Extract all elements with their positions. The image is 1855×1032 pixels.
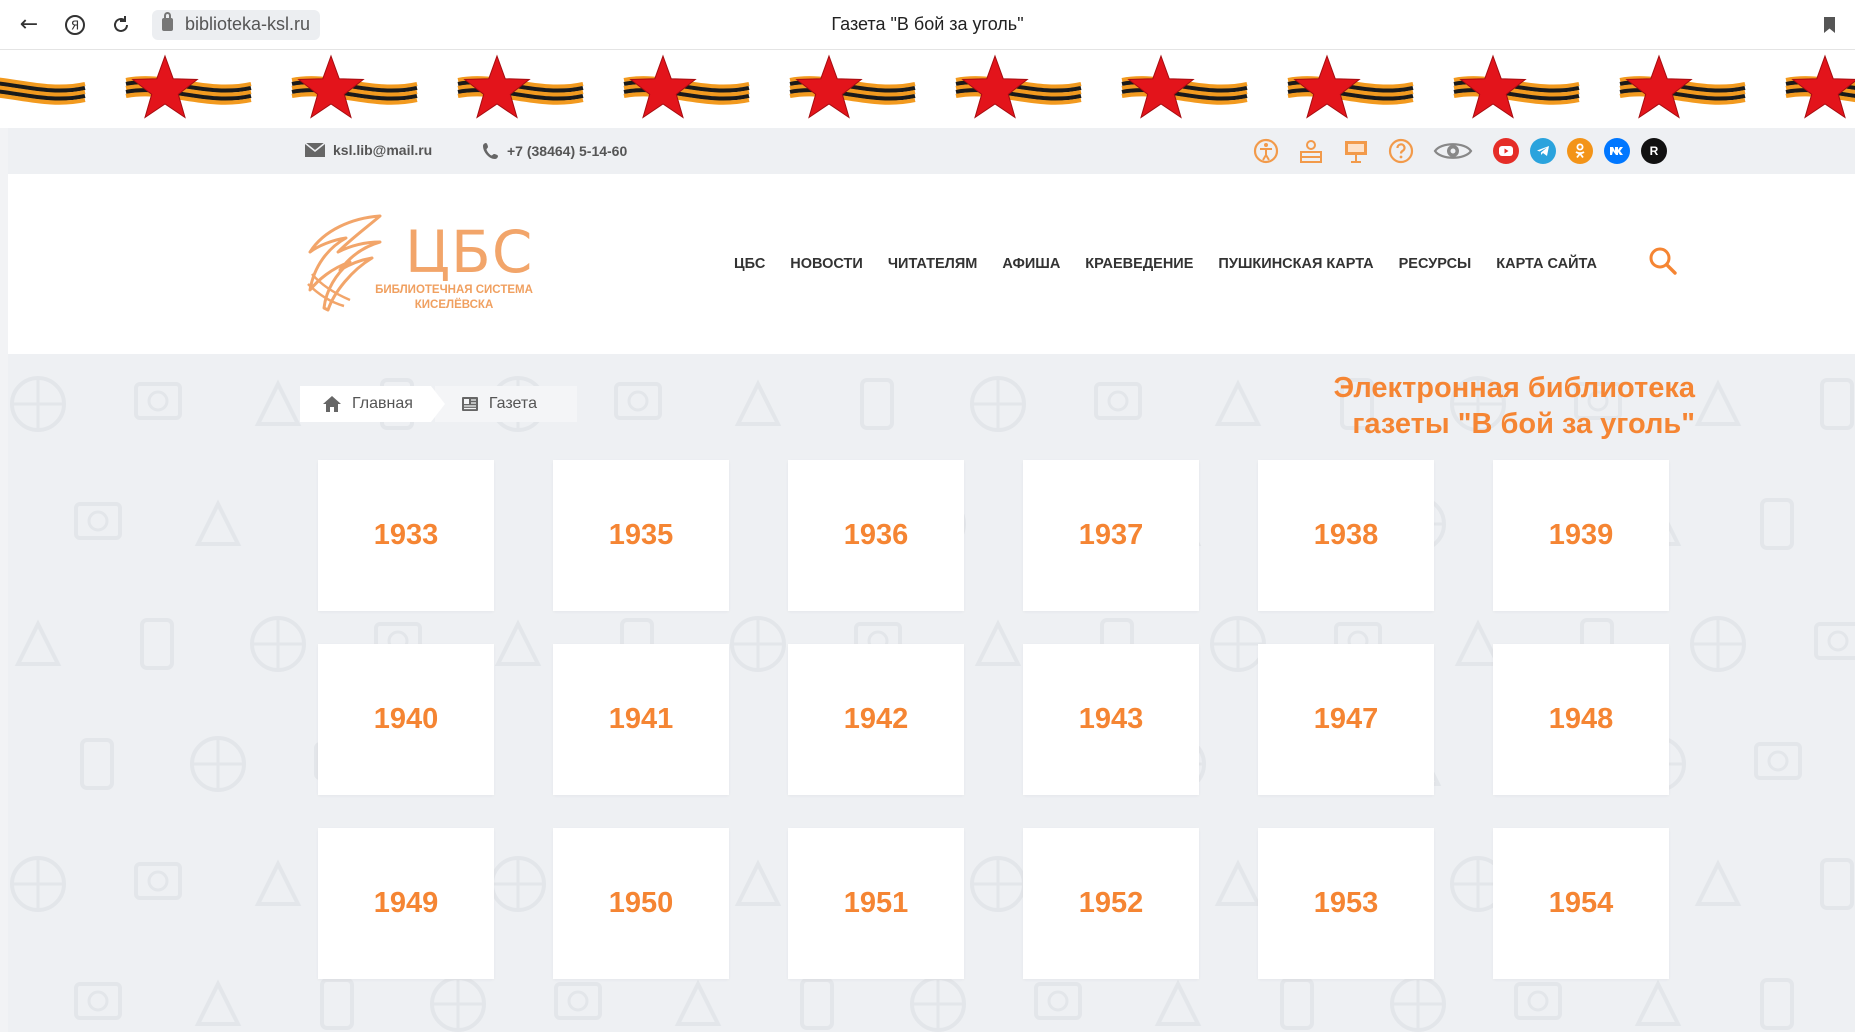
year-tile[interactable]: 1936 <box>788 460 964 611</box>
telegram-icon[interactable] <box>1530 138 1556 164</box>
menu-item-pushkin-card[interactable]: ПУШКИНСКАЯ КАРТА <box>1218 256 1373 272</box>
search-icon[interactable] <box>1648 246 1678 281</box>
breadcrumb-current: Газета <box>434 386 577 422</box>
lock-icon <box>162 12 173 31</box>
year-tile[interactable]: 1947 <box>1258 644 1434 795</box>
logo-subtitle: БИБЛИОТЕЧНАЯ СИСТЕМА КИСЕЛЁВСКА <box>364 283 544 313</box>
browser-toolbar: ← Я biblioteka-ksl.ru Газета "В бой за у… <box>0 0 1855 50</box>
year-tile[interactable]: 1940 <box>318 644 494 795</box>
address-bar-url: biblioteka-ksl.ru <box>185 14 311 34</box>
year-tile[interactable]: 1941 <box>553 644 729 795</box>
menu-item-sitemap[interactable]: КАРТА САЙТА <box>1496 256 1597 272</box>
newspaper-icon <box>461 396 479 412</box>
ribbon-decoration <box>0 54 1855 119</box>
address-bar[interactable]: biblioteka-ksl.ru <box>152 9 321 40</box>
victory-ribbon-banner <box>0 50 1855 128</box>
year-tile[interactable]: 1933 <box>318 460 494 611</box>
breadcrumb: Главная Газета <box>300 386 577 422</box>
back-arrow-icon[interactable]: ← <box>12 8 46 42</box>
rutube-glyph: R <box>1649 144 1659 158</box>
year-tile[interactable]: 1943 <box>1023 644 1199 795</box>
contacts-bar: ksl.lib@mail.ru +7 (38464) 5-14-60 R <box>8 128 1855 174</box>
home-icon <box>322 395 342 413</box>
yandex-icon[interactable]: Я <box>58 8 92 42</box>
phone-icon <box>482 142 500 160</box>
year-tile[interactable]: 1954 <box>1493 828 1669 979</box>
breadcrumb-current-label: Газета <box>488 395 537 412</box>
user-cabinet-icon[interactable] <box>1296 136 1326 166</box>
year-tile[interactable]: 1935 <box>553 460 729 611</box>
year-tile[interactable]: 1950 <box>553 828 729 979</box>
year-tile[interactable]: 1937 <box>1023 460 1199 611</box>
web-accessibility-icon[interactable] <box>1251 136 1281 166</box>
breadcrumb-home[interactable]: Главная <box>300 386 445 422</box>
logo-subtitle-line2: КИСЕЛЁВСКА <box>414 299 494 311</box>
rutube-icon[interactable]: R <box>1641 138 1667 164</box>
menu-item-local-history[interactable]: КРАЕВЕДЕНИЕ <box>1085 256 1193 272</box>
site-header: ЦБС БИБЛИОТЕЧНАЯ СИСТЕМА КИСЕЛЁВСКА ЦБС … <box>8 174 1855 354</box>
year-tile[interactable]: 1942 <box>788 644 964 795</box>
menu-item-afisha[interactable]: АФИША <box>1002 256 1060 272</box>
library-title-line2: газеты "В бой за уголь" <box>1352 408 1695 440</box>
vk-icon[interactable] <box>1604 138 1630 164</box>
envelope-icon <box>304 142 326 158</box>
svg-text:Я: Я <box>71 18 79 32</box>
youtube-icon[interactable] <box>1493 138 1519 164</box>
odnoklassniki-icon[interactable] <box>1567 138 1593 164</box>
reload-icon[interactable] <box>104 8 138 42</box>
logo-subtitle-line1: БИБЛИОТЕЧНАЯ СИСТЕМА <box>375 284 533 296</box>
email-text: ksl.lib@mail.ru <box>333 142 433 158</box>
phone-contact[interactable]: +7 (38464) 5-14-60 <box>482 142 627 160</box>
year-tile[interactable]: 1938 <box>1258 460 1434 611</box>
year-tile[interactable]: 1949 <box>318 828 494 979</box>
bookmark-icon[interactable] <box>1824 17 1835 33</box>
email-contact[interactable]: ksl.lib@mail.ru <box>304 142 432 158</box>
year-grid: 1933 1935 1936 1937 1938 1939 1940 1941 1942 1943… <box>318 460 1669 979</box>
phone-text: +7 (38464) 5-14-60 <box>507 143 628 159</box>
menu-item-readers[interactable]: ЧИТАТЕЛЯМ <box>888 256 978 272</box>
main-content: Главная Газета Электронная библиотека га… <box>8 354 1855 1032</box>
breadcrumb-home-label: Главная <box>352 395 413 412</box>
presentation-board-icon[interactable] <box>1341 136 1371 166</box>
cbs-logo[interactable]: ЦБС БИБЛИОТЕЧНАЯ СИСТЕМА КИСЕЛЁВСКА <box>300 210 560 320</box>
help-question-icon[interactable] <box>1386 136 1416 166</box>
logo-title: ЦБС <box>405 218 534 286</box>
main-menu: ЦБС НОВОСТИ ЧИТАТЕЛЯМ АФИША КРАЕВЕДЕНИЕ … <box>734 256 1622 272</box>
year-tile[interactable]: 1952 <box>1023 828 1199 979</box>
library-title: Электронная библиотека газеты "В бой за … <box>1333 370 1695 442</box>
menu-item-resources[interactable]: РЕСУРСЫ <box>1399 256 1472 272</box>
menu-item-news[interactable]: НОВОСТИ <box>790 256 863 272</box>
year-tile[interactable]: 1939 <box>1493 460 1669 611</box>
menu-item-cbs[interactable]: ЦБС <box>734 256 765 272</box>
accessibility-tools: R <box>1251 136 1678 166</box>
year-tile[interactable]: 1948 <box>1493 644 1669 795</box>
library-title-line1: Электронная библиотека <box>1333 372 1695 404</box>
year-tile[interactable]: 1951 <box>788 828 964 979</box>
eye-low-vision-icon[interactable] <box>1431 136 1475 166</box>
year-tile[interactable]: 1953 <box>1258 828 1434 979</box>
